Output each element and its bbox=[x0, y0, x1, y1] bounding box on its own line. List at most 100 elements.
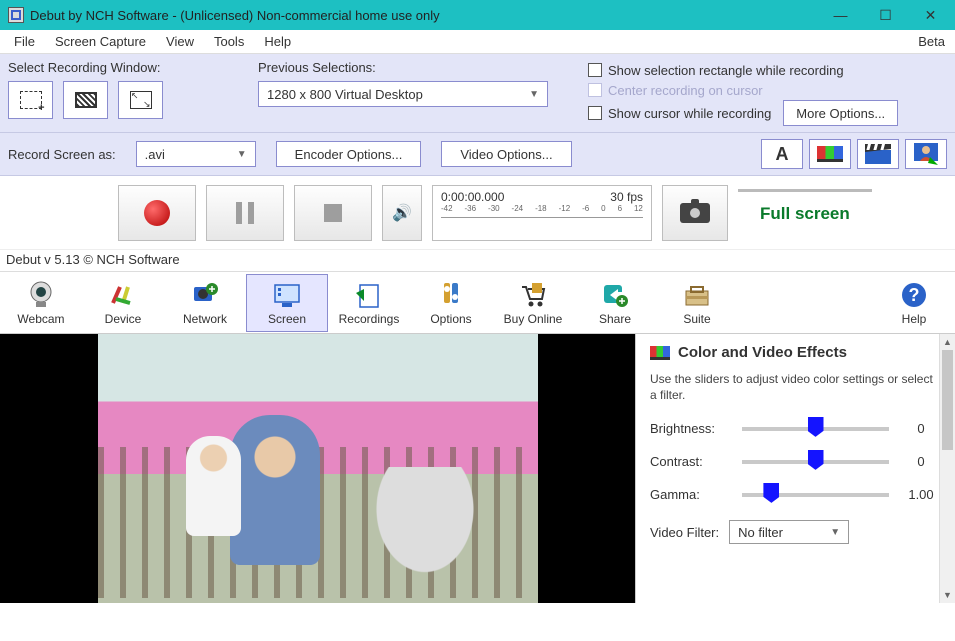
gamma-value: 1.00 bbox=[901, 487, 941, 502]
person-overlay-icon bbox=[914, 143, 938, 165]
main-toolbar: Webcam Device Network Screen Recordings … bbox=[0, 272, 955, 334]
toolbar-screen[interactable]: Screen bbox=[246, 274, 328, 332]
video-filter-dropdown[interactable]: No filter ▼ bbox=[729, 520, 849, 544]
effects-description: Use the sliders to adjust video color se… bbox=[650, 371, 941, 403]
more-options-button[interactable]: More Options... bbox=[783, 100, 898, 126]
menu-screen-capture[interactable]: Screen Capture bbox=[45, 30, 156, 53]
toolbar-buy[interactable]: Buy Online bbox=[492, 274, 574, 332]
minimize-button[interactable]: — bbox=[818, 0, 863, 30]
show-cursor-label: Show cursor while recording bbox=[608, 106, 771, 121]
brightness-value: 0 bbox=[901, 421, 941, 436]
expand-icon bbox=[130, 91, 152, 109]
svg-text:?: ? bbox=[909, 285, 920, 305]
center-cursor-checkbox-row: Center recording on cursor bbox=[588, 80, 947, 100]
gamma-slider[interactable] bbox=[742, 493, 889, 497]
format-dropdown[interactable]: .avi ▼ bbox=[136, 141, 256, 167]
format-value: .avi bbox=[145, 147, 165, 162]
watermark-button[interactable] bbox=[905, 139, 947, 169]
video-preview bbox=[0, 334, 635, 603]
recordings-icon bbox=[354, 281, 384, 309]
toolbar-share[interactable]: Share bbox=[574, 274, 656, 332]
scroll-down-icon: ▼ bbox=[940, 587, 955, 603]
previous-selections-dropdown[interactable]: 1280 x 800 Virtual Desktop ▼ bbox=[258, 81, 548, 107]
toolbar-network[interactable]: Network bbox=[164, 274, 246, 332]
suite-icon bbox=[682, 281, 712, 309]
effects-title: Color and Video Effects bbox=[678, 344, 847, 361]
camera-icon bbox=[680, 203, 710, 223]
menu-view[interactable]: View bbox=[156, 30, 204, 53]
brightness-label: Brightness: bbox=[650, 421, 730, 436]
monitor-icon bbox=[75, 92, 97, 108]
scrollbar-thumb[interactable] bbox=[942, 350, 953, 450]
menu-tools[interactable]: Tools bbox=[204, 30, 254, 53]
share-icon bbox=[600, 281, 630, 309]
video-filter-value: No filter bbox=[738, 525, 783, 540]
slider-thumb-icon bbox=[808, 450, 824, 470]
options-icon bbox=[436, 281, 466, 309]
chevron-down-icon: ▼ bbox=[830, 527, 840, 538]
stop-button[interactable] bbox=[294, 185, 372, 241]
time-display: 0:00:00.000 bbox=[441, 190, 504, 204]
video-options-button[interactable]: Video Options... bbox=[441, 141, 571, 167]
selection-icon bbox=[20, 91, 42, 109]
slider-thumb-icon bbox=[763, 483, 779, 503]
menu-help[interactable]: Help bbox=[254, 30, 301, 53]
network-icon bbox=[190, 281, 220, 309]
beta-label[interactable]: Beta bbox=[908, 34, 955, 49]
show-rectangle-checkbox-row[interactable]: Show selection rectangle while recording bbox=[588, 60, 947, 80]
toolbar-device[interactable]: Device bbox=[82, 274, 164, 332]
video-filter-label: Video Filter: bbox=[650, 525, 719, 540]
record-icon bbox=[144, 200, 170, 226]
webcam-icon bbox=[26, 281, 56, 309]
speaker-icon: 🔊 bbox=[392, 203, 412, 223]
menu-file[interactable]: File bbox=[4, 30, 45, 53]
audio-button[interactable]: 🔊 bbox=[382, 185, 422, 241]
video-effects-button[interactable] bbox=[857, 139, 899, 169]
brightness-row: Brightness: 0 bbox=[650, 421, 941, 436]
window-controls: — ☐ ✕ bbox=[818, 0, 953, 30]
select-window-button[interactable] bbox=[63, 81, 108, 119]
record-as-label: Record Screen as: bbox=[8, 147, 116, 162]
clapper-icon bbox=[865, 144, 891, 164]
close-button[interactable]: ✕ bbox=[908, 0, 953, 30]
contrast-value: 0 bbox=[901, 454, 941, 469]
toolbar-recordings[interactable]: Recordings bbox=[328, 274, 410, 332]
cart-icon bbox=[518, 281, 548, 309]
toolbar-suite[interactable]: Suite bbox=[656, 274, 738, 332]
fullscreen-button[interactable] bbox=[118, 81, 163, 119]
time-meter: 0:00:00.000 30 fps -42-36-30-24-18-12-60… bbox=[432, 185, 652, 241]
chevron-down-icon: ▼ bbox=[237, 149, 247, 160]
pause-button[interactable] bbox=[206, 185, 284, 241]
contrast-slider[interactable] bbox=[742, 460, 889, 464]
previous-selection-value: 1280 x 800 Virtual Desktop bbox=[267, 87, 423, 102]
gamma-label: Gamma: bbox=[650, 487, 730, 502]
scroll-up-icon: ▲ bbox=[940, 334, 955, 350]
previous-selections-label: Previous Selections: bbox=[258, 60, 588, 75]
brightness-slider[interactable] bbox=[742, 427, 889, 431]
encoder-options-button[interactable]: Encoder Options... bbox=[276, 141, 422, 167]
window-title: Debut by NCH Software - (Unlicensed) Non… bbox=[30, 8, 818, 23]
title-bar: Debut by NCH Software - (Unlicensed) Non… bbox=[0, 0, 955, 30]
checkbox-icon bbox=[588, 106, 602, 120]
playback-controls: 🔊 0:00:00.000 30 fps -42-36-30-24-18-12-… bbox=[0, 176, 955, 250]
snapshot-button[interactable] bbox=[662, 185, 728, 241]
select-region-button[interactable] bbox=[8, 81, 53, 119]
show-rectangle-label: Show selection rectangle while recording bbox=[608, 63, 844, 78]
db-scale: -42-36-30-24-18-12-60612 bbox=[441, 204, 643, 213]
status-bar: Debut v 5.13 © NCH Software bbox=[0, 250, 955, 272]
record-button[interactable] bbox=[118, 185, 196, 241]
maximize-button[interactable]: ☐ bbox=[863, 0, 908, 30]
color-effects-button[interactable] bbox=[809, 139, 851, 169]
toolbar-webcam[interactable]: Webcam bbox=[0, 274, 82, 332]
contrast-label: Contrast: bbox=[650, 454, 730, 469]
effects-scrollbar[interactable]: ▲ ▼ bbox=[939, 334, 955, 603]
text-overlay-button[interactable]: A bbox=[761, 139, 803, 169]
select-recording-window-label: Select Recording Window: bbox=[8, 60, 258, 75]
toolbar-options[interactable]: Options bbox=[410, 274, 492, 332]
lower-area: Color and Video Effects Use the sliders … bbox=[0, 334, 955, 603]
menu-bar: File Screen Capture View Tools Help Beta bbox=[0, 30, 955, 54]
video-filter-row: Video Filter: No filter ▼ bbox=[650, 520, 941, 544]
show-cursor-checkbox-row[interactable]: Show cursor while recording bbox=[588, 103, 771, 123]
toolbar-help[interactable]: ? Help bbox=[873, 274, 955, 332]
fullscreen-mode-label[interactable]: Full screen bbox=[738, 189, 872, 236]
